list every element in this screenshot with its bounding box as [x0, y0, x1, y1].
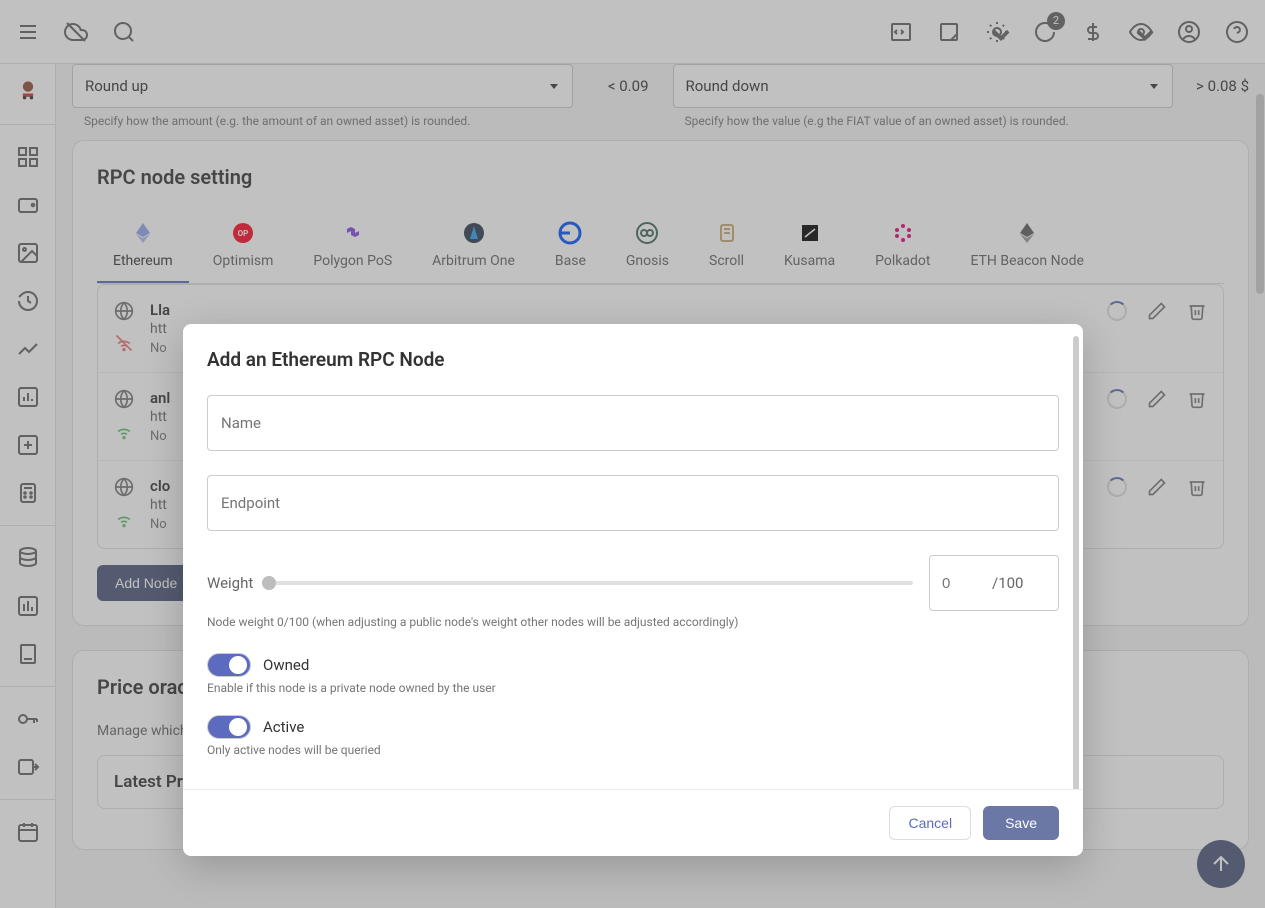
name-input[interactable] [207, 395, 1059, 451]
dialog-body: Add an Ethereum RPC Node Name Endpoint W… [183, 324, 1083, 789]
weight-label: Weight [207, 574, 253, 592]
toggle-thumb [229, 656, 247, 674]
weight-suffix: /100 [992, 574, 1023, 592]
active-label: Active [263, 718, 304, 736]
weight-slider[interactable] [269, 581, 913, 585]
save-button[interactable]: Save [983, 806, 1059, 840]
slider-thumb[interactable] [262, 576, 276, 590]
name-field: Name [207, 395, 1059, 451]
weight-input-wrap: /100 [929, 555, 1059, 611]
active-hint: Only active nodes will be queried [207, 743, 1059, 757]
dialog-title: Add an Ethereum RPC Node [207, 348, 1059, 371]
weight-row: Weight /100 [207, 555, 1059, 611]
dialog-scrollbar[interactable] [1073, 336, 1079, 789]
add-node-dialog: Add an Ethereum RPC Node Name Endpoint W… [183, 324, 1083, 856]
active-toggle-row: Active [207, 715, 1059, 739]
owned-hint: Enable if this node is a private node ow… [207, 681, 1059, 695]
weight-input[interactable] [942, 575, 992, 592]
owned-label: Owned [263, 656, 309, 674]
toggle-thumb [229, 718, 247, 736]
active-toggle[interactable] [207, 715, 251, 739]
weight-hint: Node weight 0/100 (when adjusting a publ… [207, 615, 1059, 629]
owned-toggle-row: Owned [207, 653, 1059, 677]
endpoint-input[interactable] [207, 475, 1059, 531]
cancel-button[interactable]: Cancel [889, 806, 971, 840]
dialog-footer: Cancel Save [183, 789, 1083, 856]
owned-toggle[interactable] [207, 653, 251, 677]
endpoint-field: Endpoint [207, 475, 1059, 531]
